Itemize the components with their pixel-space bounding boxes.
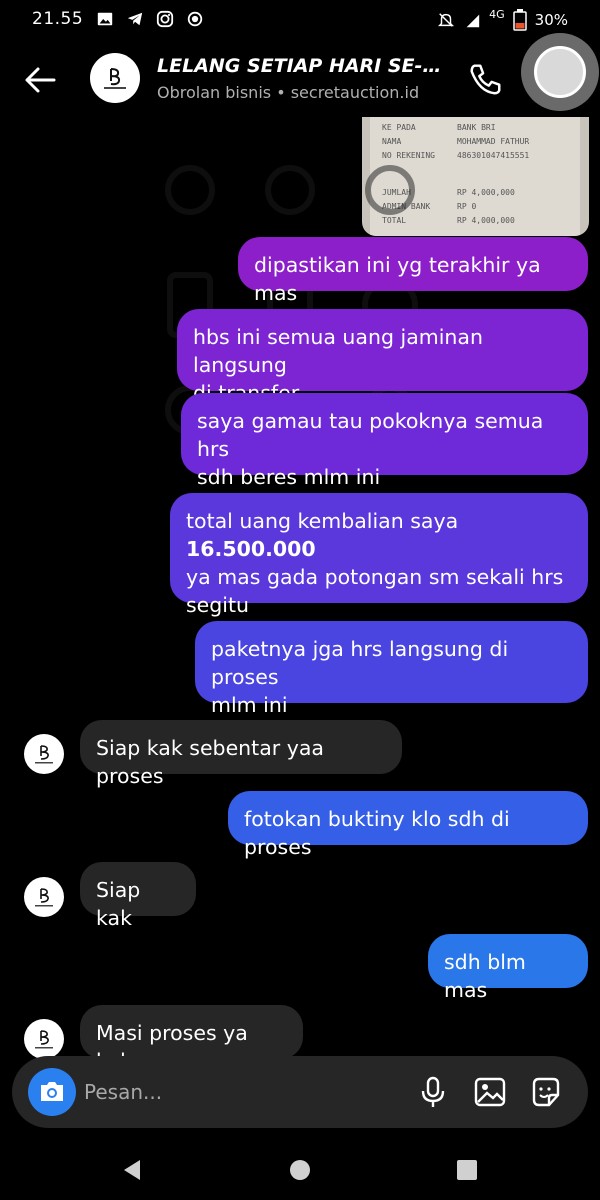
- camera-button[interactable]: [28, 1068, 76, 1116]
- sticker-icon[interactable]: [528, 1074, 564, 1110]
- receipt-line: RP 4,000,000: [457, 216, 515, 225]
- mute-icon: [438, 13, 455, 27]
- receipt-line: BANK BRI: [457, 123, 496, 132]
- highlighted-amount: 16.500.000: [186, 537, 316, 561]
- message-outgoing[interactable]: fotokan buktiny klo sdh di proses: [228, 791, 588, 859]
- camera-icon: [41, 1082, 63, 1101]
- back-arrow-icon[interactable]: [20, 60, 60, 100]
- floating-action-button[interactable]: [521, 33, 599, 111]
- chat-title: LELANG SETIAP HARI SE-IN...: [157, 55, 447, 77]
- chat-header: LELANG SETIAP HARI SE-IN... Obrolan bisn…: [0, 40, 600, 120]
- message-outgoing[interactable]: dipastikan ini yg terakhir ya mas: [238, 237, 588, 305]
- message-incoming[interactable]: Siap kak sebentar yaa proses: [80, 720, 402, 788]
- message-composer: Pesan...: [12, 1056, 588, 1128]
- status-bar: 21.55 4G 30%: [0, 0, 600, 40]
- message-incoming[interactable]: Masi proses ya kak: [80, 1005, 303, 1073]
- message-outgoing[interactable]: total uang kembalian saya 16.500.000 ya …: [170, 493, 588, 617]
- receipt-line: RP 4,000,000: [457, 188, 515, 197]
- receipt-line: MOHAMMAD FATHUR: [457, 137, 529, 146]
- gallery-icon[interactable]: [472, 1074, 508, 1110]
- system-nav-bar: [0, 1140, 600, 1200]
- telegram-icon: [127, 12, 143, 26]
- message-outgoing[interactable]: saya gamau tau pokoknya semua hrs sdh be…: [181, 393, 588, 489]
- nav-back-icon[interactable]: [118, 1156, 146, 1184]
- message-incoming[interactable]: Siap kak: [80, 862, 196, 930]
- gallery-icon: [97, 12, 113, 26]
- chat-subtitle: Obrolan bisnis • secretauction.id: [157, 83, 420, 102]
- chat-avatar[interactable]: [90, 53, 140, 103]
- message-outgoing[interactable]: paketnya jga hrs langsung di proses mlm …: [195, 621, 588, 717]
- sender-avatar[interactable]: [24, 1019, 64, 1059]
- battery-icon: [512, 9, 527, 31]
- receipt-line: 486301047415551: [457, 151, 529, 160]
- signal-icon: [466, 14, 480, 28]
- receipt-line: NAMA: [382, 137, 401, 146]
- nav-recents-icon[interactable]: [453, 1156, 481, 1184]
- network-type: 4G: [489, 7, 505, 21]
- nav-home-icon[interactable]: [286, 1156, 314, 1184]
- receipt-line: KE PADA: [382, 123, 416, 132]
- battery-level: 30%: [534, 11, 568, 29]
- record-icon: [187, 11, 203, 27]
- message-outgoing[interactable]: sdh blm mas: [428, 934, 588, 1002]
- message-input[interactable]: Pesan...: [84, 1080, 162, 1104]
- sender-avatar[interactable]: [24, 734, 64, 774]
- call-icon[interactable]: [466, 60, 504, 98]
- status-time: 21.55: [32, 9, 84, 29]
- message-outgoing[interactable]: hbs ini semua uang jaminan langsung di t…: [177, 309, 588, 405]
- sender-avatar[interactable]: [24, 877, 64, 917]
- instagram-icon: [156, 10, 174, 28]
- microphone-icon[interactable]: [415, 1074, 451, 1110]
